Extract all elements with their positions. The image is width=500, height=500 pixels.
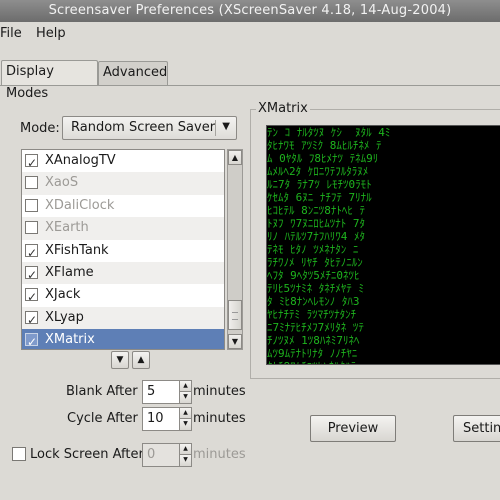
cycle-after-value: 10	[147, 411, 164, 426]
list-item-label: XMatrix	[45, 332, 95, 348]
preview-screen: ﾃﾝ ｺ ﾅﾙﾀﾂﾇ ｹｼ ﾇﾀﾙ 4ﾐ ﾀﾋﾅﾜﾓ ｱﾂﾐｸ 8ﾑﾋﾙﾁﾈﾒ …	[266, 125, 500, 365]
lock-screen-checkbox[interactable]	[12, 447, 26, 461]
lock-screen-label[interactable]: Lock Screen After	[30, 447, 144, 462]
chevron-down-icon: ▼	[222, 121, 230, 132]
window-title: Screensaver Preferences (XScreenSaver 4.…	[48, 3, 452, 18]
list-item[interactable]: XMatrix	[22, 329, 224, 349]
tab-display-modes[interactable]: Display Modes	[1, 60, 98, 101]
blank-after-unit: minutes	[193, 384, 246, 399]
chevron-down-icon: ▼	[116, 355, 124, 365]
mode-dropdown[interactable]: Random Screen Saver ▼	[62, 116, 237, 140]
menu-help[interactable]: Help	[36, 26, 66, 41]
preview-button-label: Preview	[327, 421, 379, 436]
blank-after-label: Blank After	[66, 384, 138, 399]
tab-advanced[interactable]: Advanced	[98, 61, 168, 85]
spin-up-icon[interactable]: ▲	[179, 408, 191, 419]
list-item-checkbox[interactable]	[25, 221, 38, 235]
mode-label: Mode:	[20, 121, 60, 136]
list-item[interactable]: XaoS	[22, 172, 224, 195]
settings-button-label: Settin	[463, 421, 500, 436]
list-item[interactable]: XAnalogTV	[22, 150, 224, 174]
cycle-after-spinner[interactable]: 10 ▲ ▼	[142, 407, 192, 431]
list-item-label: XDaliClock	[45, 197, 115, 213]
lock-screen-value: 0	[147, 447, 156, 462]
list-scrollbar[interactable]: ▲ ▼	[227, 149, 243, 350]
mode-dropdown-separator	[215, 120, 216, 136]
menu-file[interactable]: File	[0, 26, 22, 41]
list-item[interactable]: XDaliClock	[22, 195, 224, 217]
preview-button[interactable]: Preview	[310, 415, 396, 442]
window-title-bar[interactable]: Screensaver Preferences (XScreenSaver 4.…	[0, 0, 500, 22]
list-item-checkbox[interactable]	[25, 176, 38, 190]
list-item-checkbox[interactable]	[25, 309, 38, 331]
list-item-label: XFishTank	[45, 242, 109, 258]
spin-down-icon: ▼	[179, 455, 191, 466]
list-item-checkbox[interactable]	[25, 198, 38, 212]
menu-file-label: File	[0, 26, 22, 41]
spin-down-icon[interactable]: ▼	[179, 392, 191, 403]
spin-down-icon[interactable]: ▼	[179, 419, 191, 430]
cycle-after-label: Cycle After	[67, 411, 138, 426]
menu-help-label: Help	[36, 26, 66, 41]
cycle-after-unit: minutes	[193, 411, 246, 426]
list-item-label: XAnalogTV	[45, 153, 116, 168]
settings-button[interactable]: Settin	[453, 415, 500, 442]
mode-dropdown-value: Random Screen Saver	[71, 120, 216, 135]
lock-screen-unit: minutes	[193, 447, 246, 462]
scrollbar-thumb[interactable]	[228, 300, 242, 330]
scroll-down-arrow-icon[interactable]: ▼	[228, 334, 242, 349]
preview-frame-label: XMatrix	[256, 101, 310, 116]
spin-up-icon[interactable]: ▲	[179, 381, 191, 392]
chevron-up-icon: ▲	[137, 355, 145, 365]
matrix-rain-preview: ﾃﾝ ｺ ﾅﾙﾀﾂﾇ ｹｼ ﾇﾀﾙ 4ﾐ ﾀﾋﾅﾜﾓ ｱﾂﾐｸ 8ﾑﾋﾙﾁﾈﾒ …	[267, 126, 391, 364]
list-item-checkbox[interactable]	[25, 331, 38, 349]
list-item-label: XFlame	[45, 265, 94, 280]
list-item-checkbox[interactable]	[25, 242, 38, 264]
list-item-checkbox[interactable]	[25, 286, 38, 308]
list-item-label: XaoS	[45, 175, 79, 191]
list-item-label: XEarth	[45, 220, 89, 236]
spin-up-icon: ▲	[179, 444, 191, 455]
list-item[interactable]: XJack	[22, 284, 224, 308]
list-item-checkbox[interactable]	[25, 264, 38, 286]
blank-after-spinner[interactable]: 5 ▲ ▼	[142, 380, 192, 404]
lock-screen-spinner: 0 ▲ ▼	[142, 443, 192, 467]
blank-after-label-text: Blank After	[66, 384, 138, 399]
tab-display-modes-label: Display Modes	[6, 64, 54, 101]
list-item-label: XJack	[45, 287, 81, 303]
next-mode-button[interactable]: ▼	[111, 351, 129, 369]
list-item[interactable]: XFlame	[22, 262, 224, 286]
blank-after-value: 5	[147, 384, 156, 399]
list-item-checkbox[interactable]	[25, 152, 38, 174]
screensaver-list[interactable]: XAnalogTV XaoS XDaliClock XEarth XFishTank XF…	[21, 149, 225, 350]
list-item-label: XLyap	[45, 309, 84, 325]
previous-mode-button[interactable]: ▲	[132, 351, 150, 369]
tab-advanced-label: Advanced	[103, 65, 168, 80]
scroll-up-arrow-icon[interactable]: ▲	[228, 150, 242, 165]
list-item[interactable]: XFishTank	[22, 240, 224, 264]
list-item[interactable]: XEarth	[22, 217, 224, 240]
menu-bar: File Help	[0, 22, 500, 46]
list-item[interactable]: XLyap	[22, 306, 224, 331]
